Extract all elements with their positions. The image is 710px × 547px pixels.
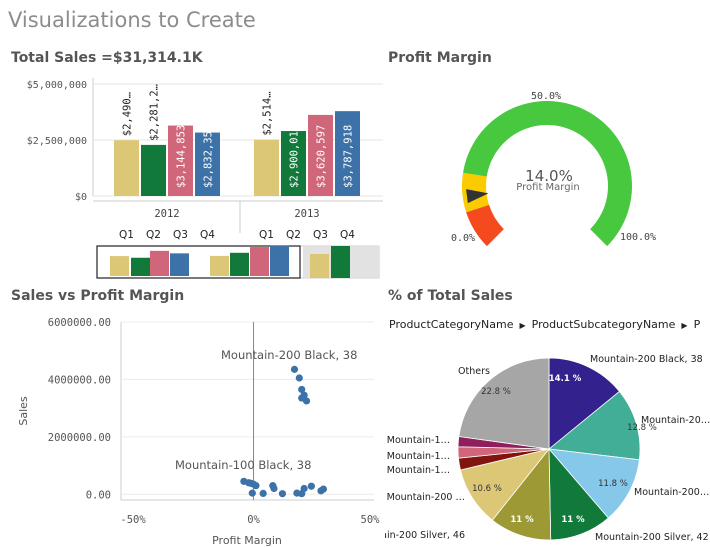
bar-quarter-label: Q4: [200, 229, 215, 241]
scatter-chart[interactable]: 6000000.00 4000000.00 2000000.00 0.00 -50% 0%…: [0, 308, 385, 547]
scatter-y-tick-label: 6000000.00: [48, 317, 111, 329]
pie-slice-percent: 10.6 %: [472, 484, 502, 494]
bar-scrollbar-mini-bar: [170, 253, 189, 276]
scatter-point[interactable]: [248, 489, 256, 497]
bar-quarter-label: Q3: [313, 229, 328, 241]
bar-data-label: $2,281,2…: [149, 84, 161, 141]
gauge-value-label: Profit Margin: [516, 182, 579, 193]
scatter-point[interactable]: [259, 489, 267, 497]
gauge-tick-max: 100.0%: [620, 232, 656, 243]
bar-scrollbar-mini-bar: [131, 257, 150, 276]
bar-scrollbar-mini-bar: [310, 254, 329, 278]
scatter-y-tick-label: 2000000.00: [48, 432, 111, 444]
scatter-point[interactable]: [270, 484, 278, 493]
bar-scrollbar-mini-bar: [331, 246, 350, 278]
pie-slice-label: Mountain-1…: [387, 465, 450, 476]
gauge-chart-title[interactable]: Profit Margin: [388, 50, 492, 66]
gauge-tick-min: 0.0%: [451, 233, 475, 244]
bar-scrollbar-mini-bar: [250, 247, 269, 276]
scatter-point[interactable]: [319, 485, 327, 493]
pie-slice-label: Mountain-1…: [387, 435, 450, 446]
bar-data-label: $3,620,597: [316, 125, 328, 188]
bar-2013-q1[interactable]: [254, 139, 279, 196]
bar-scrollbar[interactable]: [96, 245, 380, 279]
pie-slice-label: Mountain-20…: [641, 415, 710, 426]
pie-slice-label: Mountain-200 Silver, 46: [385, 530, 465, 541]
pie-slice-percent: 11 %: [510, 515, 534, 525]
page-title: Visualizations to Create: [8, 8, 256, 32]
pie-slice-label: Mountain-200 Silver, 42: [595, 532, 709, 543]
bar-data-label: $3,787,918: [343, 125, 355, 188]
pie-slice-percent: 22.8 %: [481, 387, 511, 397]
pie-slice-percent: 11 %: [561, 515, 585, 525]
scatter-y-tick-label: 4000000.00: [48, 374, 111, 386]
pie-chart[interactable]: 14.1 %Mountain-200 Black, 3812.8 %Mounta…: [385, 335, 710, 547]
gauge-chart[interactable]: 14.0% Profit Margin 0.0% 50.0% 100.0%: [385, 70, 710, 282]
scatter-point[interactable]: [295, 374, 303, 382]
breadcrumb-item-product[interactable]: P: [694, 318, 701, 331]
bar-y-tick-label: $2,500,000: [27, 136, 87, 147]
bar-scrollbar-mini-bar: [110, 256, 129, 276]
pie-slice-label: Mountain-1…: [387, 451, 450, 462]
bar-chart[interactable]: $5,000,000 $2,500,000 $0 $2,490… $2,281,2… $3…: [0, 70, 385, 282]
bar-y-tick-label: $5,000,000: [27, 80, 87, 91]
bar-data-label: $3,144,853: [176, 125, 188, 188]
bar-quarter-label: Q2: [286, 229, 301, 241]
bar-quarter-label: Q1: [259, 229, 274, 241]
pie-slice-label: Others: [458, 366, 490, 377]
drilldown-breadcrumb: ProductCategoryName ▶ ProductSubcategoryNa…: [389, 318, 710, 331]
scatter-point[interactable]: [252, 482, 260, 490]
scatter-y-axis-label: Sales: [17, 396, 30, 426]
pie-slice-label: Mountain-200 …: [387, 492, 465, 503]
bar-data-label: $2,832,352: [203, 125, 215, 188]
bar-scrollbar-mini-bar: [230, 252, 249, 276]
bar-data-label: $2,900,014: [289, 125, 301, 188]
scatter-point[interactable]: [300, 484, 308, 493]
gauge-tick-mid: 50.0%: [531, 91, 561, 102]
scatter-x-tick-label: 0%: [247, 514, 260, 526]
bar-data-label: $2,514…: [262, 91, 274, 135]
bar-2012-q2[interactable]: [141, 144, 166, 196]
breadcrumb-item-subcategory[interactable]: ProductSubcategoryName: [532, 318, 676, 331]
scatter-point[interactable]: [290, 365, 299, 373]
scatter-annotation: Mountain-100 Black, 38: [175, 458, 311, 472]
bar-scrollbar-mini-bar: [210, 255, 229, 276]
scatter-chart-title[interactable]: Sales vs Profit Margin: [11, 288, 184, 304]
pie-slice-label: Mountain-200 Black, 38: [590, 354, 703, 365]
bar-group-label: 2012: [154, 208, 179, 220]
pie-slice-percent: 11.8 %: [598, 479, 628, 489]
breadcrumb-arrow-icon: ▶: [681, 321, 688, 330]
pie-chart-title[interactable]: % of Total Sales: [388, 288, 513, 304]
bar-scrollbar-mini-bar: [150, 250, 169, 276]
bar-quarter-label: Q1: [119, 229, 134, 241]
scatter-annotation: Mountain-200 Black, 38: [221, 348, 357, 362]
scatter-point[interactable]: [307, 482, 315, 490]
scatter-x-axis-label: Profit Margin: [212, 534, 282, 547]
bar-2012-q1[interactable]: [114, 140, 139, 196]
bar-group-label: 2013: [294, 208, 319, 220]
bar-quarter-label: Q2: [146, 229, 161, 241]
bar-quarter-label: Q4: [340, 229, 355, 241]
scatter-x-tick-label: -50%: [120, 514, 146, 526]
pie-slice-label: Mountain-200…: [634, 487, 709, 498]
bar-chart-title[interactable]: Total Sales =$31,314.1K: [11, 50, 203, 66]
pie-slice-percent: 14.1 %: [549, 374, 582, 384]
scatter-x-tick-label: 50%: [361, 514, 381, 526]
breadcrumb-item-category[interactable]: ProductCategoryName: [389, 318, 513, 331]
bar-data-label: $2,490…: [122, 92, 134, 136]
bar-y-tick-label: $0: [75, 192, 87, 203]
scatter-y-tick-label: 0.00: [86, 489, 111, 501]
bar-quarter-label: Q3: [173, 229, 188, 241]
scatter-point[interactable]: [278, 490, 287, 498]
breadcrumb-arrow-icon: ▶: [519, 321, 526, 330]
scatter-point[interactable]: [302, 397, 311, 405]
bar-scrollbar-mini-bar: [270, 245, 289, 276]
